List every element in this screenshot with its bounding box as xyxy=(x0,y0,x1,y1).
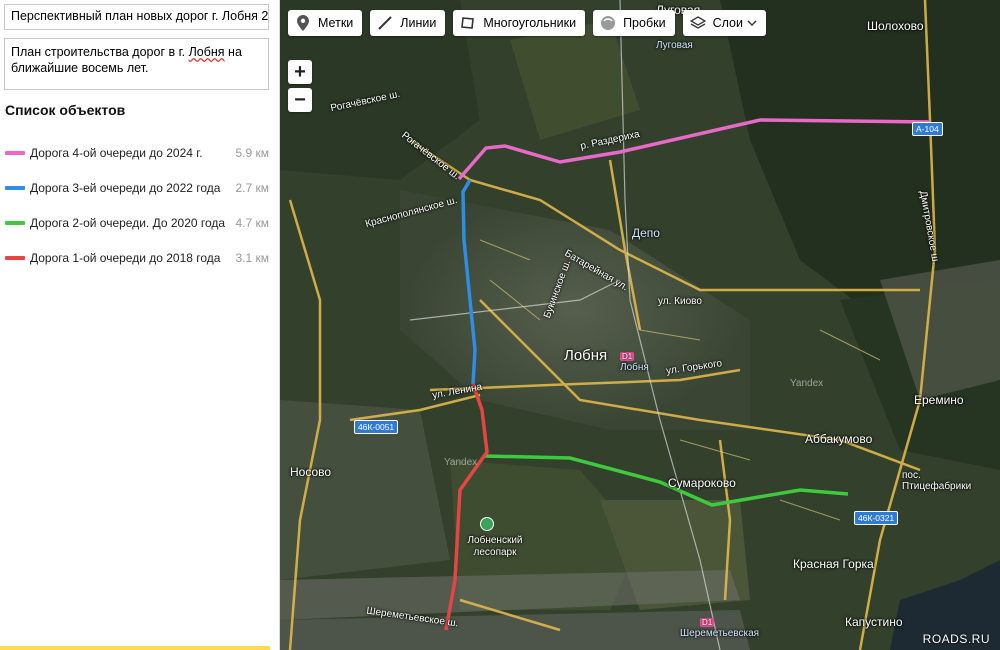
map-label-ul-kiovo: ул. Киово xyxy=(658,296,702,307)
map-label-abbakumovo: Аббакумово xyxy=(805,432,873,446)
layers-icon xyxy=(689,15,706,31)
map-label-sholokhovo: Шолохово xyxy=(867,19,924,33)
object-item-road-1[interactable]: Дорога 1-ой очереди до 2018 года 3.1 км xyxy=(0,240,280,275)
zoom-control: + − xyxy=(288,60,312,112)
traffic-button[interactable]: Пробки xyxy=(593,10,675,36)
lines-button[interactable]: Линии xyxy=(370,10,446,36)
placemarks-button[interactable]: Метки xyxy=(288,10,363,36)
chevron-down-icon xyxy=(747,18,757,29)
line-swatch-icon xyxy=(5,150,25,155)
map-canvas[interactable]: Лобня Луговая Луговая Шолохово Депо Рога… xyxy=(280,0,1000,650)
object-item-length: 2.7 км xyxy=(235,180,269,195)
sidebar: Перспективный план новых дорог г. Лобня … xyxy=(0,0,280,650)
object-item-road-3[interactable]: Дорога 3-ей очереди до 2022 года 2.7 км xyxy=(0,170,280,205)
bottom-accent-bar xyxy=(0,646,270,650)
polygons-button-label: Многоугольники xyxy=(483,16,577,30)
lines-button-label: Линии xyxy=(400,16,437,30)
station-lobnya-label: Лобня xyxy=(620,362,649,373)
map-label-eremino: Еремино xyxy=(914,393,964,407)
route-badge-a104: A-104 xyxy=(912,122,943,136)
yandex-tile-mark: Yandex xyxy=(790,378,824,389)
map-description-field[interactable]: План строительства дорог в г. Лобня на б… xyxy=(4,38,269,90)
placemark-icon xyxy=(295,15,311,31)
map-label-sumarokovo: Сумароково xyxy=(668,476,736,490)
object-item-label: Дорога 1-ой очереди до 2018 года xyxy=(30,250,221,265)
map-title-input[interactable]: Перспективный план новых дорог г. Лобня … xyxy=(4,4,269,30)
zoom-out-button[interactable]: − xyxy=(288,88,312,112)
map-label-ptitsefabriki: пос. Птицефабрики xyxy=(902,470,972,492)
station-lobnya-marker[interactable]: D1 xyxy=(620,350,635,362)
route-badge-46k0321: 46К-0321 xyxy=(854,511,899,525)
d1-line-badge: D1 xyxy=(620,352,635,361)
placemarks-button-label: Метки xyxy=(318,16,354,30)
map-label-nosovo: Носово xyxy=(290,465,332,479)
object-item-label: Дорога 3-ей очереди до 2022 года xyxy=(30,180,221,195)
line-swatch-icon xyxy=(5,255,25,260)
object-item-label: Дорога 2-ой очереди. До 2020 года xyxy=(30,215,226,230)
line-swatch-icon xyxy=(5,185,25,190)
description-spellcheck-word: Лобня xyxy=(188,45,225,59)
layers-button[interactable]: Слои xyxy=(682,10,766,36)
polygon-tool-icon xyxy=(460,15,476,31)
object-item-label: Дорога 4-ой очереди до 2024 г. xyxy=(30,145,203,160)
line-tool-icon xyxy=(377,15,393,31)
object-item-road-2[interactable]: Дорога 2-ой очереди. До 2020 года 4.7 км xyxy=(0,205,280,240)
traffic-icon xyxy=(600,15,616,31)
description-text: План строительства дорог в г. xyxy=(11,45,189,59)
object-item-length: 3.1 км xyxy=(235,250,269,265)
map-label-kapustino: Капустино xyxy=(845,615,903,629)
zoom-in-button[interactable]: + xyxy=(288,60,312,84)
layers-button-label: Слои xyxy=(712,16,743,30)
traffic-button-label: Пробки xyxy=(623,16,666,30)
station-sheremetyevskaya-marker[interactable]: D1 xyxy=(700,616,715,628)
object-item-length: 4.7 км xyxy=(235,215,269,230)
line-swatch-icon xyxy=(5,220,25,225)
object-item-length: 5.9 км xyxy=(235,145,269,160)
object-list: Дорога 4-ой очереди до 2024 г. 5.9 км До… xyxy=(0,135,280,275)
polygons-button[interactable]: Многоугольники xyxy=(453,10,586,36)
route-badge-46k0051: 46К-0051 xyxy=(354,420,399,434)
park-icon[interactable] xyxy=(480,517,494,531)
map-toolbar: Метки Линии Многоугольники Пробки Слои xyxy=(288,10,766,36)
station-sheremetyevskaya-label: Шереметьевская xyxy=(680,628,760,639)
map-label-lesopark: Лобненский лесопарк xyxy=(467,535,523,558)
d1-line-badge: D1 xyxy=(700,618,715,627)
map-label-lobnya: Лобня xyxy=(564,347,608,364)
object-list-title: Список объектов xyxy=(5,102,126,118)
map-label-lugovaya: Луговая xyxy=(656,40,693,51)
map-label-krasnaya-gorka: Красная Горка xyxy=(793,557,874,571)
map-label-depo: Депо xyxy=(632,226,660,240)
watermark: ROADS.RU xyxy=(922,632,990,646)
object-item-road-4[interactable]: Дорога 4-ой очереди до 2024 г. 5.9 км xyxy=(0,135,280,170)
yandex-tile-mark-2: Yandex xyxy=(444,457,478,468)
